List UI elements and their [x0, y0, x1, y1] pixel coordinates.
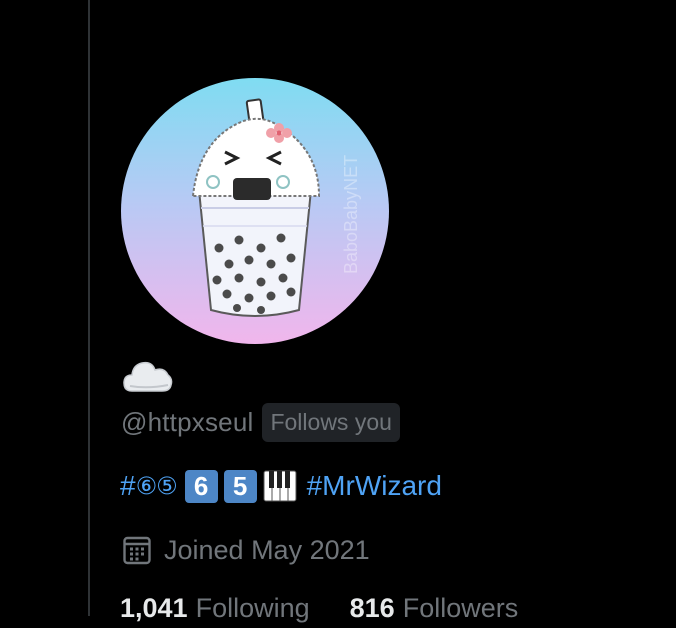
- bio-circled-digits[interactable]: ⑥⑤: [136, 472, 178, 500]
- cloud-icon: [123, 361, 173, 392]
- avatar-watermark: BaboBabyNET: [341, 155, 361, 274]
- joined-date-row: Joined May 2021: [122, 530, 370, 570]
- followers-label: Followers: [402, 592, 519, 623]
- following-link[interactable]: 1,041 Following: [120, 593, 310, 624]
- following-count: 1,041: [120, 592, 188, 623]
- handle-row: @httpxseul Follows you: [121, 402, 400, 442]
- piano-keys-icon: [263, 469, 297, 503]
- calendar-icon: [123, 536, 151, 565]
- follow-stats-row: 1,041 Following 816 Followers: [120, 588, 518, 628]
- profile-avatar[interactable]: BaboBabyNET: [121, 78, 389, 344]
- keycap-six-emoji: 6: [184, 469, 218, 503]
- profile-handle: @httpxseul: [121, 406, 254, 437]
- keycap-five-emoji: 5: [223, 469, 257, 503]
- bubble-tea-illustration: BaboBabyNET: [191, 98, 361, 317]
- display-name: [122, 353, 174, 395]
- profile-bio: # ⑥⑤ 6 5 #MrWizard: [120, 466, 442, 506]
- followers-count: 816: [349, 592, 395, 623]
- timeline-column-border: [88, 0, 90, 616]
- bio-hashtag-mrwizard[interactable]: #MrWizard: [307, 470, 442, 502]
- followers-link[interactable]: 816 Followers: [350, 593, 519, 624]
- joined-date-text: Joined May 2021: [164, 534, 370, 565]
- following-label: Following: [195, 592, 310, 623]
- bio-hashtag-symbol[interactable]: #: [120, 470, 136, 502]
- follows-you-badge: Follows you: [262, 402, 400, 442]
